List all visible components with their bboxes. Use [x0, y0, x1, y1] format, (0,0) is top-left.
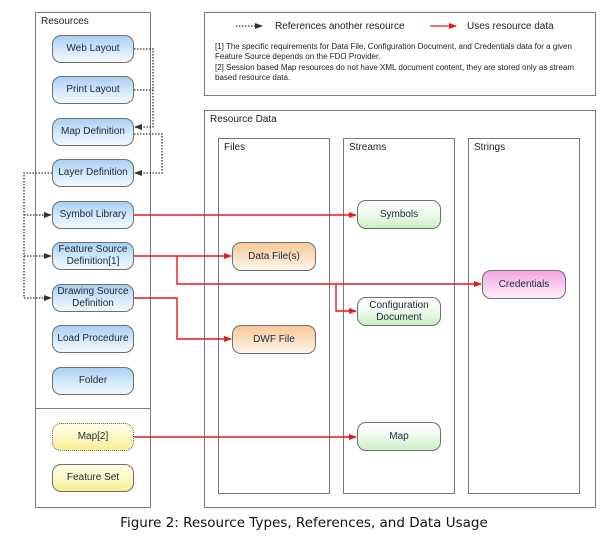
node-label: Load Procedure: [57, 333, 129, 344]
node-web-layout[interactable]: Web Layout: [52, 35, 134, 63]
node-label: Data File(s): [248, 250, 300, 262]
node-label: Web Layout: [66, 43, 120, 54]
node-folder[interactable]: Folder: [52, 367, 134, 395]
strings-panel: Strings: [468, 138, 580, 494]
node-label: DWF File: [253, 333, 295, 345]
node-dwf-file[interactable]: DWF File: [232, 325, 316, 354]
node-symbols[interactable]: Symbols: [357, 200, 441, 229]
node-label: Folder: [78, 375, 108, 386]
legend-uses-label: Uses resource data: [467, 21, 554, 32]
node-map-stream[interactable]: Map: [357, 422, 441, 451]
node-label: Configuration Document: [369, 299, 429, 323]
resource-data-title: Resource Data: [210, 114, 277, 125]
node-drawing-source-definition[interactable]: Drawing Source Definition: [52, 284, 134, 312]
streams-title: Streams: [349, 142, 387, 153]
legend-reference-label: References another resource: [275, 21, 405, 32]
node-label: Print Layout: [66, 84, 120, 95]
node-symbol-library[interactable]: Symbol Library: [52, 201, 134, 229]
node-feature-source-definition[interactable]: Feature Source Definition[1]: [52, 242, 134, 270]
node-label: Symbols: [379, 208, 419, 220]
node-load-procedure[interactable]: Load Procedure: [52, 325, 134, 353]
figure-caption: Figure 2: Resource Types, References, an…: [120, 515, 488, 531]
node-label: Drawing Source Definition: [57, 286, 129, 309]
files-title: Files: [224, 142, 246, 153]
files-panel: Files: [218, 138, 330, 494]
node-label: Layer Definition: [58, 167, 128, 178]
node-data-files[interactable]: Data File(s): [232, 242, 316, 271]
node-label: Map[2]: [77, 431, 109, 442]
node-label: Map: [389, 430, 409, 442]
node-map-session[interactable]: Map[2]: [52, 423, 134, 451]
node-print-layout[interactable]: Print Layout: [52, 76, 134, 104]
resources-panel-title: Resources: [41, 16, 89, 27]
node-feature-set[interactable]: Feature Set: [52, 464, 134, 492]
node-label: Map Definition: [61, 126, 125, 137]
node-label: Symbol Library: [59, 209, 127, 220]
legend-note-1: [1] The specific requirements for Data F…: [215, 42, 572, 61]
node-map-definition[interactable]: Map Definition: [52, 118, 134, 146]
node-credentials[interactable]: Credentials: [482, 270, 566, 299]
legend-note-2: [2] Session based Map resources do not h…: [215, 63, 575, 82]
node-layer-definition[interactable]: Layer Definition: [52, 159, 134, 187]
node-configuration-document[interactable]: Configuration Document: [357, 297, 441, 326]
node-label: Feature Set: [66, 472, 120, 483]
node-label: Feature Source Definition[1]: [58, 244, 128, 267]
node-label: Credentials: [498, 278, 550, 290]
strings-title: Strings: [474, 142, 506, 153]
